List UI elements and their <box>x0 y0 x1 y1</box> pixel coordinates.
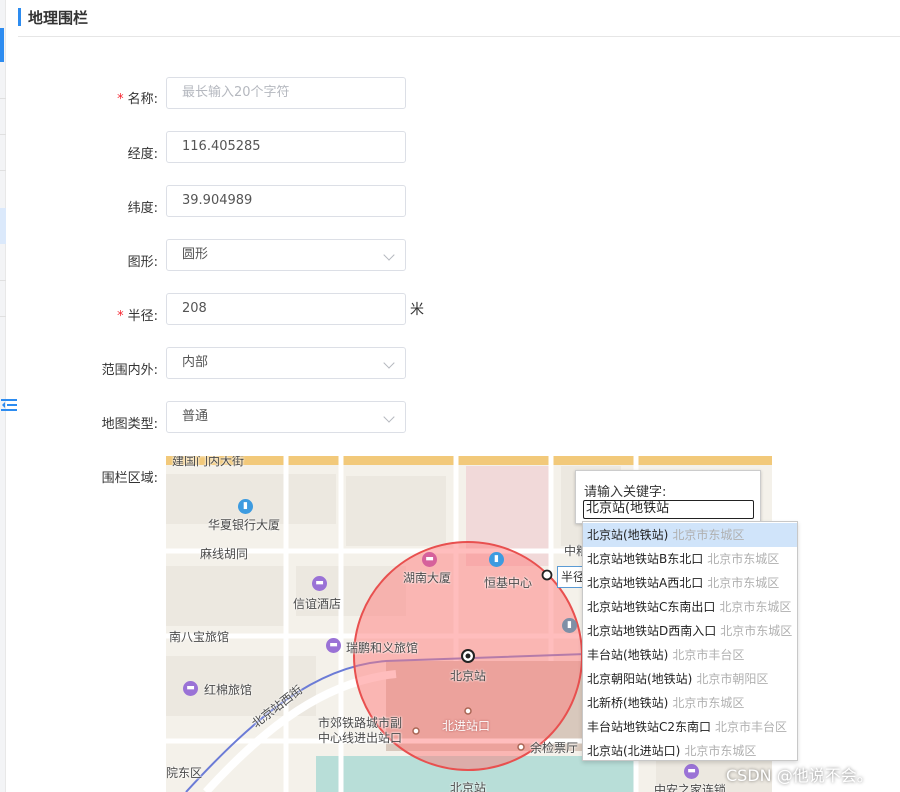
map-label-xinyi: 信谊酒店 <box>293 597 342 611</box>
bank-icon: ▮ <box>562 618 577 633</box>
map-label-ruipeng: 瑞鹏和义旅馆 <box>346 641 419 655</box>
form-labels: * 名称: 经度: 纬度: 图形: * 半径: 范围内外: 地图类型: 围栏区域: <box>0 0 166 792</box>
map-type-select[interactable]: 普通 <box>166 401 406 433</box>
radius-label: * 半径: <box>117 305 158 324</box>
map-label-hongmian: 红棉旅馆 <box>204 683 253 697</box>
name-label-text: 名称: <box>127 92 158 107</box>
suggestion-item[interactable]: 北京站(地铁站) 北京市东城区 <box>583 523 797 547</box>
hotel-icon: ▬ <box>684 764 699 779</box>
shape-label: 图形: <box>127 255 158 270</box>
suggestion-item[interactable]: 北新桥(地铁站) 北京市东城区 <box>583 691 797 715</box>
map-label-hengji: 恒基中心 <box>484 576 533 590</box>
suggestion-item[interactable]: 北京站地铁站A西北口 北京市东城区 <box>583 571 797 595</box>
area-label: 围栏区域: <box>101 471 158 486</box>
chevron-down-icon <box>383 357 395 369</box>
suggestion-item[interactable]: 北京站(北进站口) 北京市东城区 <box>583 739 797 763</box>
radius-unit: 米 <box>410 302 424 318</box>
suggestion-item[interactable]: 北京站地铁站D西南入口 北京市东城区 <box>583 619 797 643</box>
hotel-icon: ▬ <box>326 638 341 653</box>
page: 地理围栏 * 名称: 经度: 纬度: 图形: * 半径: 范围内外: 地图类型: 围… <box>0 0 900 792</box>
search-suggestions: 北京站(地铁站) 北京市东城区 北京站地铁站B东北口 北京市东城区 北京站地铁站A西… <box>582 521 798 761</box>
name-input[interactable]: 最长输入20个字符 <box>166 77 406 109</box>
range-select[interactable]: 内部 <box>166 347 406 379</box>
building-icon: ▮ <box>489 552 504 567</box>
hotel-icon: ▬ <box>312 576 327 591</box>
hotel-icon: ▬ <box>422 552 437 567</box>
chevron-down-icon <box>383 249 395 261</box>
map-label-road-top: 建国门内大街 <box>172 456 245 468</box>
map-label-yuedong: 院东区 <box>166 766 203 780</box>
search-label: 请输入关键字: <box>584 485 667 500</box>
map-label-suburb: 市郊铁路城市副 中心线进出站口 <box>318 716 403 745</box>
name-label: * 名称: <box>117 88 158 107</box>
map-label-yujian: 余检票厅 <box>530 741 579 755</box>
map-type-label: 地图类型: <box>101 417 158 432</box>
longitude-label: 经度: <box>127 147 158 162</box>
latitude-label: 纬度: <box>127 201 158 216</box>
hotel-icon: ▬ <box>183 681 198 696</box>
suggestion-item[interactable]: 丰台站(地铁站) 北京市丰台区 <box>583 643 797 667</box>
map-label-nanbabao: 南八宝旅馆 <box>169 630 230 644</box>
range-select-value: 内部 <box>182 355 209 370</box>
map-label-beijing-station: 北京站 <box>450 669 487 683</box>
range-label: 范围内外: <box>101 363 158 378</box>
suggestion-item[interactable]: 北京站地铁站C东南出口 北京市东城区 <box>583 595 797 619</box>
suggestion-item[interactable]: 北京朝阳站(地铁站) 北京市朝阳区 <box>583 667 797 691</box>
longitude-input[interactable]: 116.405285 <box>166 131 406 163</box>
radius-input[interactable]: 208 <box>166 293 406 325</box>
map-label-jin-exit: 北进站口 <box>442 719 491 733</box>
bank-icon: ▮ <box>238 499 253 514</box>
shape-select-value: 圆形 <box>182 247 209 262</box>
search-input[interactable]: 北京站(地铁站 <box>583 500 754 519</box>
watermark: CSDN @他说不会。 <box>726 766 873 785</box>
map-search-panel: 请输入关键字: 北京站(地铁站 <box>575 470 761 524</box>
chevron-down-icon <box>383 411 395 423</box>
map-label-maxian: 麻线胡同 <box>200 547 249 561</box>
required-mark: * <box>117 92 124 107</box>
radius-label-text: 半径: <box>127 309 158 324</box>
map-label-huaxia: 华夏银行大厦 <box>208 518 281 532</box>
latitude-input[interactable]: 39.904989 <box>166 185 406 217</box>
map-label-zhongan: 中安之家连锁 <box>654 783 727 792</box>
map-label-hunan: 湖南大厦 <box>403 571 452 585</box>
required-mark: * <box>117 309 124 324</box>
suggestion-item[interactable]: 北京站地铁站B东北口 北京市东城区 <box>583 547 797 571</box>
suggestion-item[interactable]: 丰台站地铁站C2东南口 北京市丰台区 <box>583 715 797 739</box>
shape-select[interactable]: 圆形 <box>166 239 406 271</box>
map-label-station-bottom: 北京站 <box>450 781 487 792</box>
map-type-select-value: 普通 <box>182 409 209 424</box>
